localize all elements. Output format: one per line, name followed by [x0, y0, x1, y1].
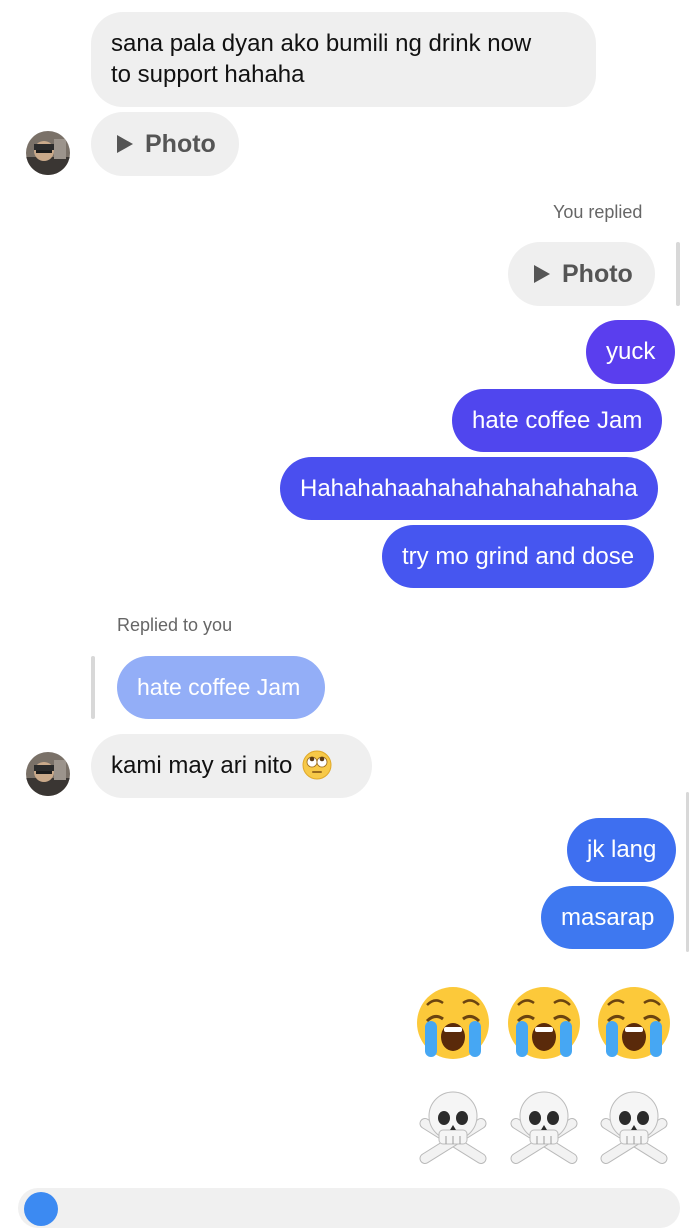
reply-indicator-bar [676, 242, 680, 306]
outgoing-message[interactable]: try mo grind and dose [382, 525, 655, 588]
outgoing-message[interactable]: jk lang [567, 818, 677, 882]
loudly-crying-face-icon [508, 987, 580, 1059]
loudly-crying-face-icon [598, 987, 670, 1059]
outgoing-message[interactable]: yuck [586, 320, 676, 384]
photo-attachment-incoming[interactable]: Photo [91, 112, 239, 176]
rolling-eyes-icon [302, 750, 332, 780]
avatar[interactable] [26, 752, 70, 796]
photo-label: Photo [145, 129, 216, 158]
quoted-reply-bubble[interactable]: hate coffee Jam [117, 656, 325, 719]
skull-and-crossbones-icon [510, 1091, 578, 1164]
play-icon [117, 135, 133, 153]
incoming-message[interactable]: sana pala dyan ako bumili ng drink now t… [91, 12, 596, 107]
outgoing-message[interactable]: masarap [541, 886, 675, 949]
message-text: kami may ari nito [111, 752, 293, 779]
avatar[interactable] [26, 131, 70, 175]
message-composer[interactable] [18, 1188, 680, 1228]
incoming-message[interactable]: kami may ari nito [91, 734, 372, 798]
photo-label: Photo [562, 259, 633, 288]
replied-to-you-label: Replied to you [117, 615, 233, 635]
skull-and-crossbones-icon [600, 1091, 668, 1164]
photo-attachment-outgoing[interactable]: Photo [508, 242, 655, 306]
play-icon [534, 265, 550, 283]
scroll-indicator[interactable] [686, 792, 689, 952]
loudly-crying-face-icon [417, 987, 489, 1059]
skull-and-crossbones-icon [419, 1091, 487, 1164]
message-text-line: sana pala dyan ako bumili ng drink now [111, 30, 532, 57]
message-text-line: to support hahaha [111, 61, 305, 88]
reply-indicator-bar [91, 656, 95, 719]
camera-button[interactable] [24, 1192, 58, 1226]
you-replied-label: You replied [553, 202, 643, 222]
outgoing-message[interactable]: hate coffee Jam [452, 389, 663, 452]
outgoing-message[interactable]: Hahahahaahahahahahahahaha [280, 457, 658, 520]
